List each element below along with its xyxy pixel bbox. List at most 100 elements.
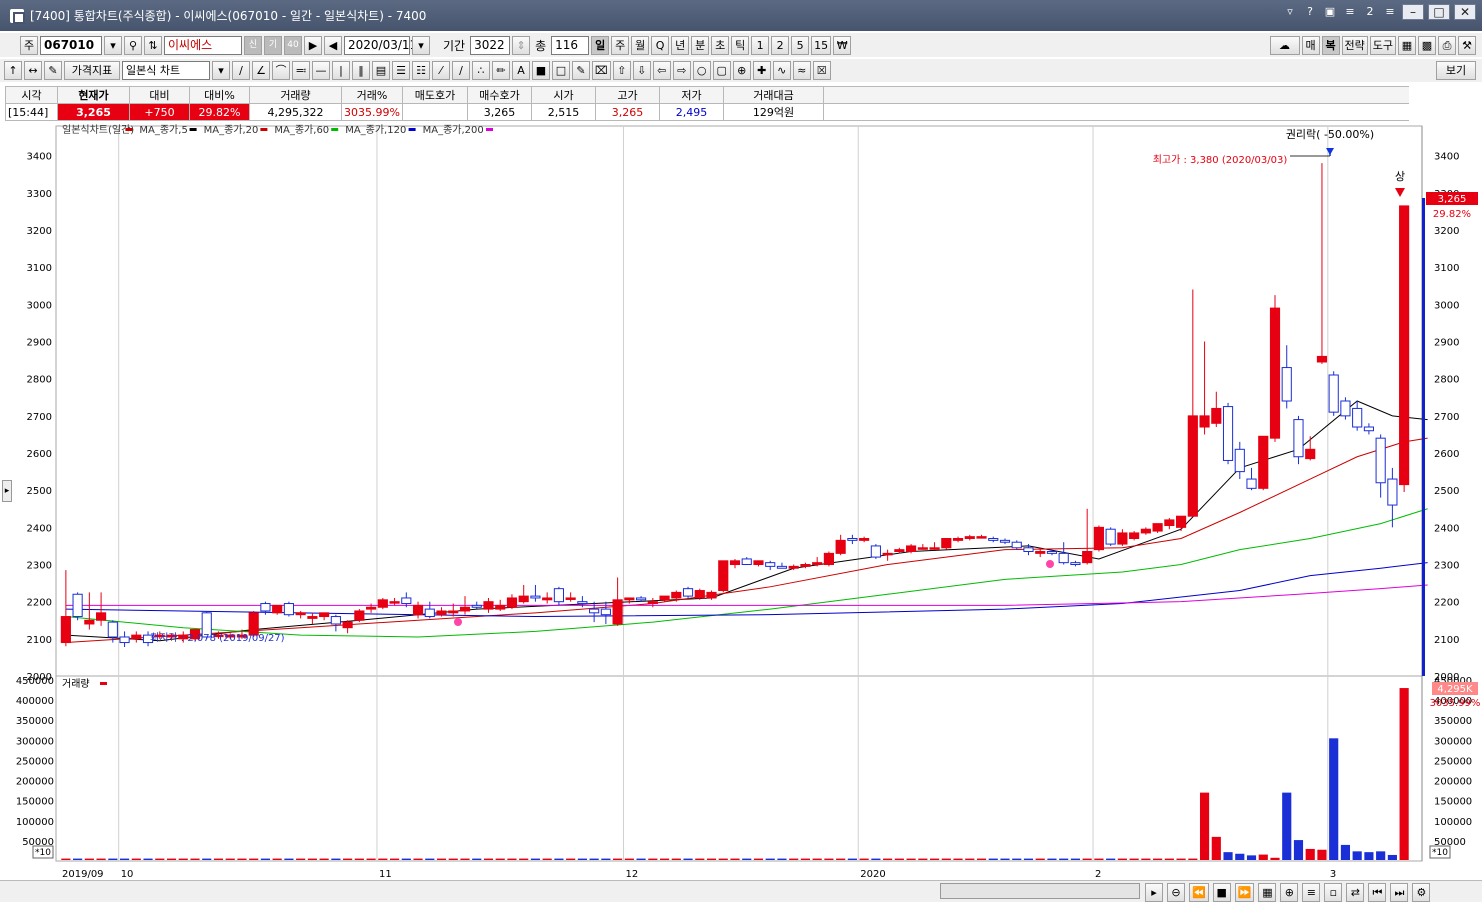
caption-menu-icon[interactable]: ▿ bbox=[1282, 4, 1298, 20]
price-volume-chart[interactable]: 2000210022002300240025002600270028002900… bbox=[0, 122, 1482, 880]
trendline-icon[interactable]: ∕ bbox=[232, 61, 250, 80]
color-icon[interactable]: ■ bbox=[532, 61, 550, 80]
fan-icon[interactable]: ≕ bbox=[292, 61, 310, 80]
rewind-icon[interactable]: ⏪ bbox=[1189, 883, 1209, 902]
screen-count-icon[interactable]: 2 bbox=[1362, 4, 1378, 20]
minimize-button[interactable]: – bbox=[1402, 4, 1424, 20]
period-button-month[interactable]: 월 bbox=[631, 35, 650, 55]
period-button-day[interactable]: 일 bbox=[591, 35, 610, 55]
zoom-in-icon[interactable]: ⊕ bbox=[1280, 883, 1299, 902]
next-arrow-icon[interactable]: ▶ bbox=[304, 35, 322, 55]
arrow-right-tool-icon[interactable]: ⇨ bbox=[672, 61, 691, 80]
stock-name-field[interactable]: 이씨에스 bbox=[164, 35, 242, 55]
code-dropdown-icon[interactable]: ▾ bbox=[104, 35, 122, 55]
delete-icon[interactable]: ⌧ bbox=[592, 61, 611, 80]
badge-margin[interactable]: 40 bbox=[284, 35, 302, 55]
last-page-icon[interactable]: ⏭ bbox=[1390, 883, 1409, 902]
parallel-icon[interactable]: ∕ bbox=[452, 61, 470, 80]
period-button-tick[interactable]: 틱 bbox=[731, 35, 750, 55]
code-input[interactable]: 067010 bbox=[40, 35, 102, 55]
crosshair-icon[interactable]: ✚ bbox=[752, 61, 771, 80]
expand-icon[interactable]: ↔ bbox=[24, 61, 42, 80]
rectangle-icon[interactable]: ▢ bbox=[712, 61, 731, 80]
arrow-left-tool-icon[interactable]: ⇦ bbox=[652, 61, 671, 80]
pencil-icon[interactable]: ✏ bbox=[492, 61, 510, 80]
chart-type-select[interactable]: 일본식 차트 bbox=[122, 61, 210, 80]
arrow-up-tool-icon[interactable]: ⇧ bbox=[612, 61, 631, 80]
badge-new[interactable]: 신 bbox=[244, 35, 262, 55]
clear-icon[interactable]: ☒ bbox=[812, 61, 831, 80]
search-icon[interactable]: ⚲ bbox=[124, 35, 142, 55]
ratio-icon[interactable]: ▫ bbox=[1324, 883, 1343, 902]
edit-icon[interactable]: ✎ bbox=[44, 61, 62, 80]
fibonacci-icon[interactable]: ☰ bbox=[392, 61, 410, 80]
wrench-icon[interactable]: ⚒ bbox=[1458, 35, 1476, 55]
folder-icon[interactable]: ▦ bbox=[1398, 35, 1416, 55]
date-dropdown-icon[interactable]: ▾ bbox=[412, 35, 430, 55]
cycle-lines-icon[interactable]: ‖ bbox=[352, 61, 370, 80]
sort-icon[interactable]: ⇅ bbox=[144, 35, 162, 55]
date-input[interactable]: 2020/03/11 bbox=[344, 35, 417, 55]
stop-icon[interactable]: ■ bbox=[1212, 883, 1231, 902]
vertical-line-icon[interactable]: | bbox=[332, 61, 350, 80]
period-button-second[interactable]: 초 bbox=[711, 35, 730, 55]
horizontal-scrollbar[interactable] bbox=[940, 883, 1140, 899]
fast-forward-icon[interactable]: ⏩ bbox=[1234, 883, 1255, 902]
zoom-out-icon[interactable]: ⊖ bbox=[1167, 883, 1185, 902]
chart-type-dropdown-icon[interactable]: ▾ bbox=[212, 61, 230, 80]
cloud-icon[interactable]: ☁ bbox=[1269, 35, 1300, 55]
interval-button-15[interactable]: 15 bbox=[811, 35, 832, 55]
zoom-icon[interactable]: ⊕ bbox=[732, 61, 751, 80]
interval-button-2[interactable]: 2 bbox=[771, 35, 790, 55]
table-view-icon[interactable]: ▦ bbox=[1258, 883, 1277, 902]
arc-icon[interactable]: ⌒ bbox=[272, 61, 290, 80]
maximize-button[interactable]: □ bbox=[1428, 4, 1450, 20]
pan-icon[interactable]: ⇄ bbox=[1346, 883, 1365, 902]
shape-icon[interactable]: □ bbox=[552, 61, 570, 80]
price-tick-left: 3200 bbox=[27, 226, 52, 237]
multi-button[interactable]: 복 bbox=[1321, 35, 1340, 55]
arrow-down-tool-icon[interactable]: ⇩ bbox=[632, 61, 651, 80]
note-icon[interactable]: ✎ bbox=[572, 61, 590, 80]
currency-button[interactable]: ₩ bbox=[833, 35, 852, 55]
up-arrow-icon[interactable]: ↑ bbox=[4, 61, 22, 80]
retracement-icon[interactable]: ☷ bbox=[412, 61, 430, 80]
count-input[interactable]: 116 bbox=[551, 35, 590, 55]
strategy-button[interactable]: 전략 bbox=[1341, 35, 1368, 55]
text-tool-icon[interactable]: A bbox=[512, 61, 530, 80]
zigzag-icon[interactable]: ≈ bbox=[792, 61, 811, 80]
period-button-week[interactable]: 주 bbox=[611, 35, 630, 55]
horizontal-line-icon[interactable]: — bbox=[312, 61, 330, 80]
prev-arrow-icon[interactable]: ◀ bbox=[324, 35, 342, 55]
options-icon[interactable]: ≡ bbox=[1382, 4, 1398, 20]
settings-icon[interactable]: ⚙ bbox=[1412, 883, 1431, 902]
badge-credit[interactable]: 기 bbox=[264, 35, 282, 55]
trade-button[interactable]: 매 bbox=[1301, 35, 1320, 55]
period-button-quarter[interactable]: Q bbox=[651, 35, 670, 55]
save-icon[interactable]: ▩ bbox=[1418, 35, 1436, 55]
grid-lines-icon[interactable]: ▤ bbox=[372, 61, 390, 80]
pitchfork-icon[interactable]: ∴ bbox=[472, 61, 490, 80]
wave-icon[interactable]: ∿ bbox=[772, 61, 791, 80]
ellipse-icon[interactable]: ○ bbox=[692, 61, 711, 80]
pin-icon[interactable]: ≡ bbox=[1342, 4, 1358, 20]
help-icon[interactable]: ? bbox=[1302, 4, 1318, 20]
print-icon[interactable]: ⎙ bbox=[1438, 35, 1456, 55]
zoom-fit-icon[interactable]: ≡ bbox=[1302, 883, 1321, 902]
period-button-minute[interactable]: 분 bbox=[691, 35, 710, 55]
interval-button-5[interactable]: 5 bbox=[791, 35, 810, 55]
period-button-year[interactable]: 년 bbox=[671, 35, 690, 55]
indicator-button[interactable]: 가격지표 bbox=[64, 61, 120, 80]
view-button[interactable]: 보기 bbox=[1436, 61, 1476, 80]
channel-icon[interactable]: ⁄ bbox=[432, 61, 450, 80]
period-spinner-icon[interactable]: ⇕ bbox=[512, 35, 531, 55]
link-icon[interactable]: ▣ bbox=[1322, 4, 1338, 20]
period-input[interactable]: 3022 bbox=[470, 35, 511, 55]
tools-button[interactable]: 도구 bbox=[1369, 35, 1396, 55]
angle-line-icon[interactable]: ∠ bbox=[252, 61, 270, 80]
interval-button-1[interactable]: 1 bbox=[751, 35, 770, 55]
first-page-icon[interactable]: ⏮ bbox=[1368, 883, 1387, 902]
close-button[interactable]: ✕ bbox=[1454, 4, 1476, 20]
scroll-right-icon[interactable]: ▸ bbox=[1145, 883, 1163, 902]
market-select[interactable]: 주 bbox=[20, 35, 38, 55]
